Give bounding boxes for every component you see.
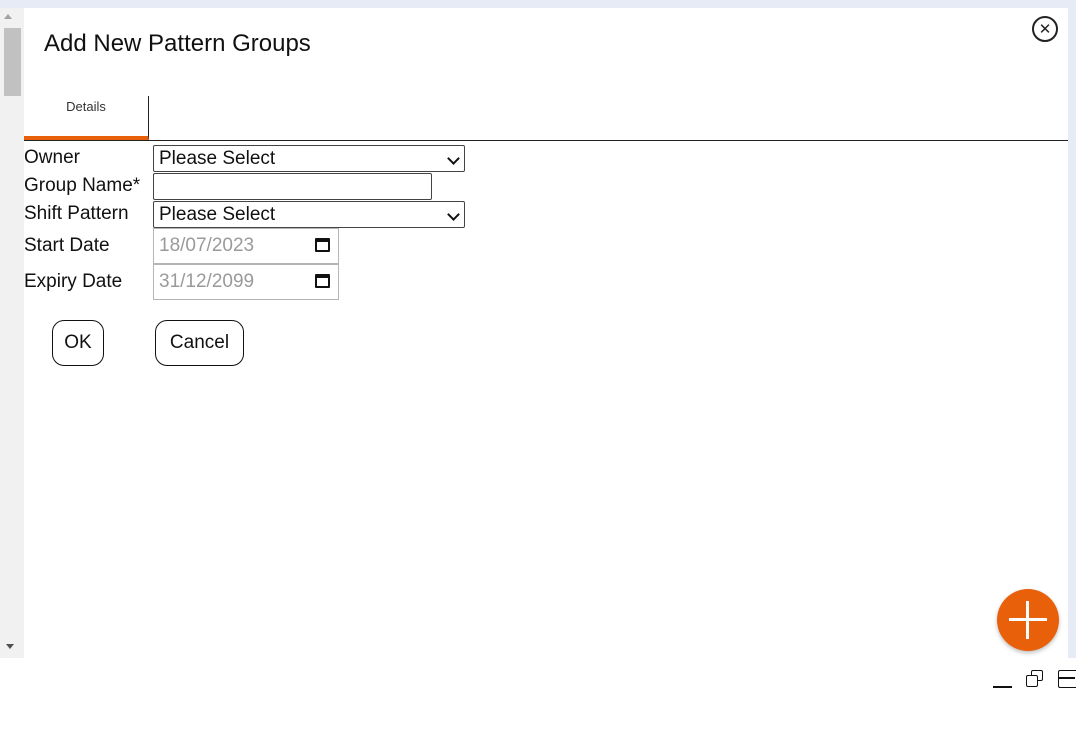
calendar-icon[interactable]	[315, 274, 330, 288]
tab-bar: Details	[24, 96, 1068, 141]
vertical-scrollbar[interactable]	[0, 8, 24, 658]
shift-pattern-select[interactable]: Please Select	[153, 201, 465, 228]
expiry-date-value: 31/12/2099	[159, 271, 255, 292]
owner-select[interactable]: Please Select	[153, 145, 465, 172]
page-background-top	[0, 0, 1076, 8]
add-pattern-group-dialog: Add New Pattern Groups ✕ Details Owner P…	[24, 8, 1068, 658]
maximize-icon[interactable]	[1058, 670, 1076, 688]
page-background-right	[1068, 0, 1076, 658]
owner-select-value: Please Select	[159, 148, 276, 169]
owner-label: Owner	[24, 147, 80, 168]
start-date-label: Start Date	[24, 235, 110, 256]
scroll-up-arrow-icon[interactable]	[4, 14, 12, 19]
add-floating-button[interactable]	[997, 589, 1059, 651]
expiry-date-input[interactable]: 31/12/2099	[153, 264, 339, 300]
scroll-down-arrow-icon[interactable]	[6, 644, 14, 649]
chevron-down-icon	[447, 152, 460, 165]
shift-pattern-label: Shift Pattern	[24, 203, 129, 224]
chevron-down-icon	[447, 208, 460, 221]
group-name-input[interactable]	[153, 173, 432, 200]
tab-details-label: Details	[66, 99, 106, 114]
ok-button[interactable]: OK	[52, 320, 104, 366]
scrollbar-thumb[interactable]	[4, 28, 21, 96]
tab-details[interactable]: Details	[24, 96, 149, 140]
minimize-icon[interactable]	[993, 686, 1012, 688]
dialog-title: Add New Pattern Groups	[44, 30, 311, 57]
shift-pattern-select-value: Please Select	[159, 204, 276, 225]
cancel-button[interactable]: Cancel	[155, 320, 244, 366]
expiry-date-label: Expiry Date	[24, 271, 123, 292]
start-date-value: 18/07/2023	[159, 235, 255, 256]
restore-icon[interactable]	[1026, 670, 1044, 688]
group-name-label: Group Name*	[24, 175, 141, 196]
close-icon[interactable]: ✕	[1032, 16, 1058, 42]
restore-icon-front	[1026, 675, 1038, 687]
start-date-input[interactable]: 18/07/2023	[153, 228, 339, 264]
calendar-icon[interactable]	[315, 238, 330, 252]
